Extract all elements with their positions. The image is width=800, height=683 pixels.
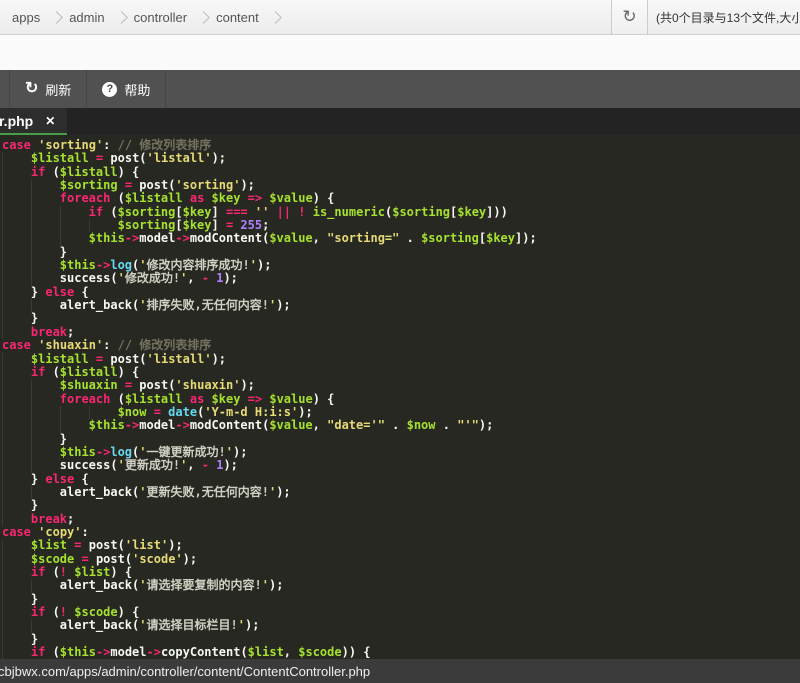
- tab-label: r.php: [0, 113, 33, 129]
- chevron-right-icon: [269, 11, 282, 24]
- code-line: case 'copy':: [2, 526, 800, 539]
- directory-summary: (共0个目录与13个文件,大小:11: [648, 0, 800, 34]
- code-line: foreach ($listall as $key => $value) {: [2, 393, 800, 406]
- code-line: if ($this->model->copyContent($list, $sc…: [2, 646, 800, 659]
- refresh-button[interactable]: ↻ 刷新: [9, 70, 87, 108]
- code-line: foreach ($listall as $key => $value) {: [2, 192, 800, 205]
- chevron-right-icon: [115, 11, 128, 24]
- code-line: }: [2, 593, 800, 606]
- refresh-icon: ↻: [25, 81, 38, 97]
- code-line: $sorting[$key] = 255;: [2, 219, 800, 232]
- code-line: if ($sorting[$key] === '' || ! is_numeri…: [2, 206, 800, 219]
- spacer-strip: [0, 35, 800, 70]
- file-path: cbjbwx.com/apps/admin/controller/content…: [0, 664, 370, 679]
- help-button-label: 帮助: [124, 80, 150, 99]
- refresh-button-label: 刷新: [45, 80, 71, 99]
- code-line: }: [2, 433, 800, 446]
- code-line: if ($listall) {: [2, 366, 800, 379]
- refresh-icon: ↻: [622, 7, 636, 27]
- chevron-right-icon: [50, 11, 63, 24]
- status-bar: cbjbwx.com/apps/admin/controller/content…: [0, 659, 800, 683]
- code-line: } else {: [2, 473, 800, 486]
- code-line: case 'shuaxin': // 修改列表排序: [2, 339, 800, 352]
- code-line: if ($listall) {: [2, 166, 800, 179]
- breadcrumb-item-apps[interactable]: apps: [6, 10, 52, 25]
- code-line: alert_back('更新失败,无任何内容!');: [2, 486, 800, 499]
- code-line: }: [2, 633, 800, 646]
- code-line: }: [2, 499, 800, 512]
- chevron-right-icon: [197, 11, 210, 24]
- breadcrumb-item-controller[interactable]: controller: [128, 10, 199, 25]
- code-line: $sorting = post('sorting');: [2, 179, 800, 192]
- code-line: $listall = post('listall');: [2, 152, 800, 165]
- tab-contentcontroller-php[interactable]: r.php ✕: [0, 108, 67, 135]
- breadcrumb-bar: apps admin controller content ↻ (共0个目录与1…: [0, 0, 800, 35]
- code-line: alert_back('排序失败,无任何内容!');: [2, 299, 800, 312]
- code-line: $this->model->modContent($value, "sortin…: [2, 232, 800, 245]
- refresh-list-button[interactable]: ↻: [611, 0, 648, 34]
- code-line: success('更新成功!', - 1);: [2, 459, 800, 472]
- help-button[interactable]: ? 帮助: [87, 70, 166, 108]
- code-editor[interactable]: case 'sorting': // 修改列表排序$listall = post…: [0, 135, 800, 659]
- code-line: break;: [2, 513, 800, 526]
- close-tab-icon[interactable]: ✕: [45, 114, 55, 128]
- code-line: case 'sorting': // 修改列表排序: [2, 139, 800, 152]
- code-line: alert_back('请选择要复制的内容!');: [2, 579, 800, 592]
- code-line: $now = date('Y-m-d H:i:s');: [2, 406, 800, 419]
- breadcrumb-item-admin[interactable]: admin: [63, 10, 116, 25]
- code-line: }: [2, 312, 800, 325]
- code-line: success('修改成功!', - 1);: [2, 272, 800, 285]
- code-line: $listall = post('listall');: [2, 353, 800, 366]
- code-line: $shuaxin = post('shuaxin');: [2, 379, 800, 392]
- breadcrumb-item-content[interactable]: content: [210, 10, 271, 25]
- tab-bar: r.php ✕: [0, 108, 800, 135]
- help-icon: ?: [102, 82, 117, 97]
- breadcrumb: apps admin controller content: [0, 0, 611, 34]
- code-line: $list = post('list');: [2, 539, 800, 552]
- code-line: $this->model->modContent($value, "date='…: [2, 419, 800, 432]
- code-line: $scode = post('scode');: [2, 553, 800, 566]
- editor-toolbar: ↻ 刷新 ? 帮助: [0, 70, 800, 108]
- code-line: alert_back('请选择目标栏目!');: [2, 619, 800, 632]
